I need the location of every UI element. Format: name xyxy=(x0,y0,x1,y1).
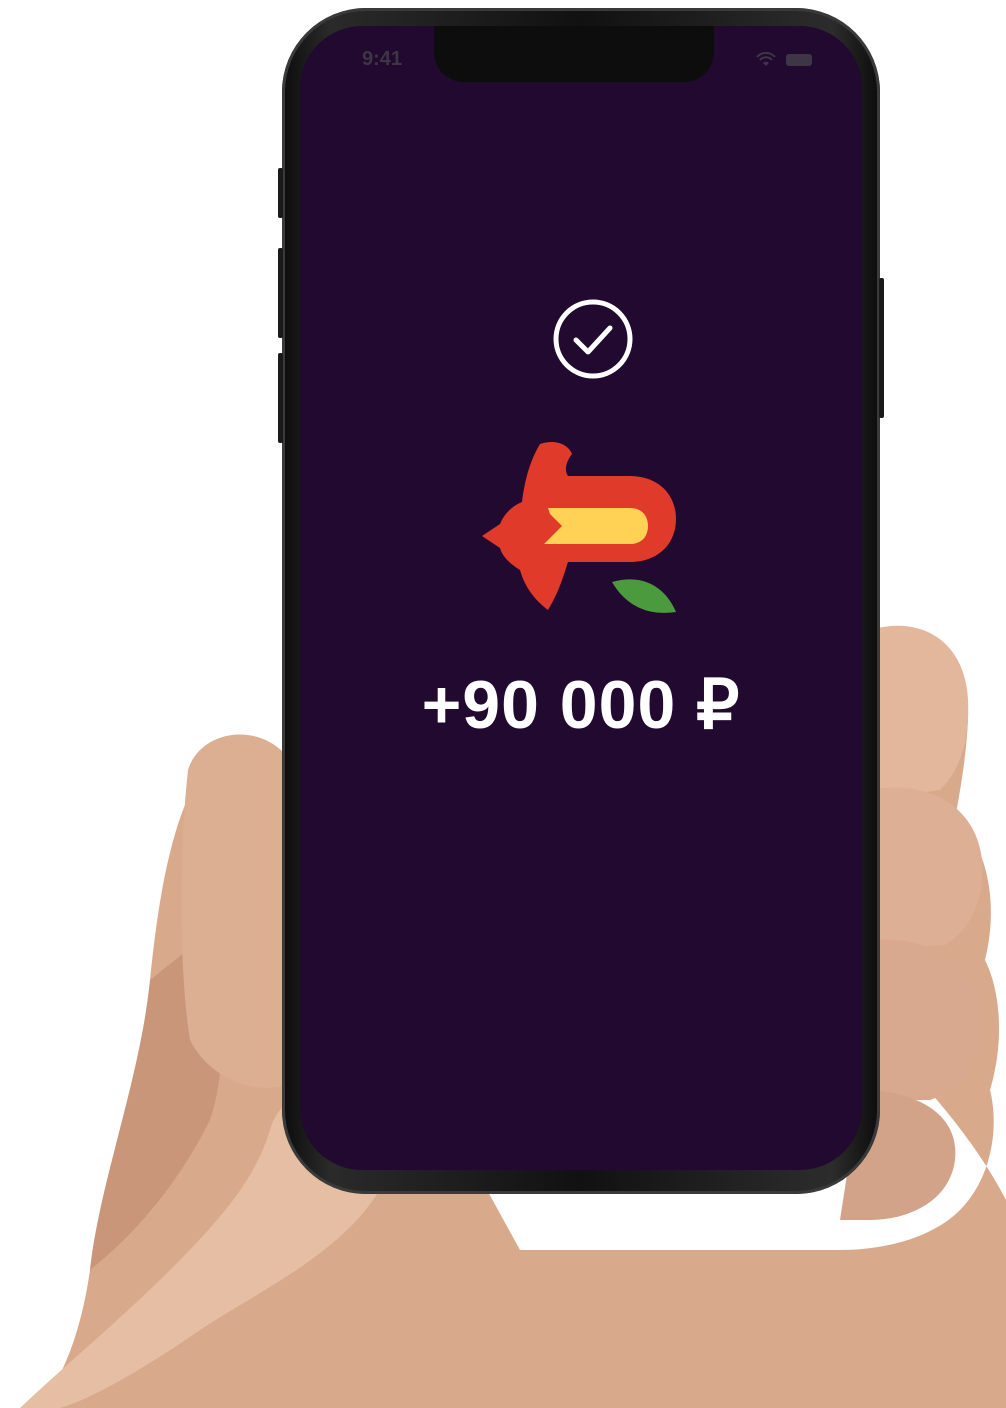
notch xyxy=(434,26,714,82)
phone-frame: 9:41 +90 000 ₽ xyxy=(278,8,884,1194)
phone-screen: 9:41 +90 000 ₽ xyxy=(300,26,862,1170)
check-circle-icon xyxy=(553,299,633,379)
power-button xyxy=(879,278,884,418)
status-time: 9:41 xyxy=(362,48,403,70)
device-photo: 9:41 +90 000 ₽ xyxy=(0,0,1006,1408)
mute-switch xyxy=(278,168,283,218)
wifi-icon xyxy=(756,52,776,66)
volume-up-button xyxy=(278,248,283,338)
status-icons xyxy=(756,52,812,68)
amount-label: +90 000 ₽ xyxy=(421,667,741,743)
battery-icon xyxy=(786,54,812,66)
flower-ruble-logo xyxy=(482,442,676,613)
volume-down-button xyxy=(278,353,283,443)
